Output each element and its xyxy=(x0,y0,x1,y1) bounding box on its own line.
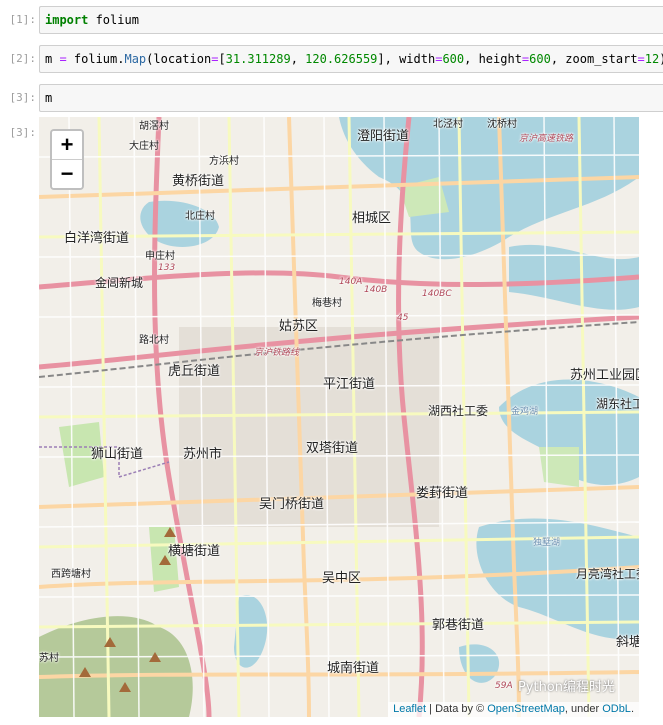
map-label: 140BC xyxy=(422,289,452,299)
attribution-end: . xyxy=(630,703,634,715)
map-label: 45 xyxy=(397,313,409,323)
code-token: [ xyxy=(218,52,226,66)
map-label: 城南街道 xyxy=(327,661,380,676)
code-token: import xyxy=(45,13,89,27)
map-label: 140B xyxy=(364,285,388,295)
map-label: 59A xyxy=(495,681,513,691)
map-label: 方浜村 xyxy=(209,156,239,167)
map-label: 苏州市 xyxy=(183,447,223,462)
map-label: 相城区 xyxy=(352,211,392,226)
zoom-in-button[interactable]: + xyxy=(52,131,82,159)
map-label: 虎丘街道 xyxy=(168,364,221,379)
attribution-text: | Data by © xyxy=(426,703,488,715)
code-token: ], width xyxy=(377,52,436,66)
map-view[interactable]: 胡滘村 大庄村 方浜村 黄桥街道 澄阳街道 北泾村 沈桥村 北庄村 相城区 白洋… xyxy=(39,117,639,717)
code-token: 12 xyxy=(644,52,660,66)
map-label: 西跨塘村 xyxy=(51,569,91,580)
cell-3-prompt: [3]: xyxy=(9,91,37,104)
map-label: 苏村 xyxy=(39,653,59,664)
openstreetmap-link[interactable]: OpenStreetMap xyxy=(487,703,565,715)
map-label: 湖东社工 xyxy=(596,397,639,411)
map-label: 横塘街道 xyxy=(168,544,221,559)
map-label: 澄阳街道 xyxy=(357,129,410,144)
code-token: m xyxy=(45,91,53,105)
code-token: folium. xyxy=(66,52,125,66)
map-attribution: Leaflet | Data by © OpenStreetMap, under… xyxy=(388,702,639,717)
cell-3-input[interactable]: m xyxy=(39,84,663,112)
map-label: 沈桥村 xyxy=(487,119,517,130)
map-label: 梅巷村 xyxy=(312,298,342,309)
cell-1-prompt: [1]: xyxy=(9,13,37,26)
cell-1-input[interactable]: import folium xyxy=(39,6,663,34)
map-label: 金阊新城 xyxy=(95,276,144,290)
code-token: = xyxy=(637,52,645,66)
odbl-link[interactable]: ODbL xyxy=(602,703,631,715)
map-tiles xyxy=(39,117,639,717)
zoom-out-button[interactable]: − xyxy=(52,159,82,188)
map-label: 双塔街道 xyxy=(306,441,359,456)
code-token: 31.311289 xyxy=(225,52,291,66)
map-label: 路北村 xyxy=(139,335,169,346)
code-token: 600 xyxy=(529,52,551,66)
map-label: 胡滘村 xyxy=(139,121,169,132)
map-label: 140A xyxy=(339,277,363,287)
map-label: 申庄村 xyxy=(145,251,175,262)
map-label: 京沪高速铁路 xyxy=(519,134,574,144)
map-label: 月亮湾社工委 xyxy=(576,567,639,581)
map-label: 吴门桥街道 xyxy=(259,497,325,512)
code-token: (location xyxy=(146,52,212,66)
map-label: 京沪铁路线 xyxy=(254,348,300,358)
map-label: 金鸡湖 xyxy=(511,407,539,417)
map-label: 狮山街道 xyxy=(91,447,144,462)
map-label: 苏州工业园区 xyxy=(570,368,639,383)
code-token: , xyxy=(290,52,306,66)
cell-2-input[interactable]: m = folium.Map(location = [31.311289, 120.… xyxy=(39,45,663,73)
map-label: 北泾村 xyxy=(433,119,463,130)
cell-2-prompt: [2]: xyxy=(9,52,37,65)
output-prompt: [3]: xyxy=(9,126,37,139)
code-token: folium xyxy=(88,13,139,27)
map-label: 斜塘 xyxy=(616,635,639,650)
code-token: Map xyxy=(124,52,147,66)
map-label: 133 xyxy=(158,263,176,273)
map-label: 北庄村 xyxy=(185,211,215,222)
map-label: 独墅湖 xyxy=(533,538,561,548)
code-token: m xyxy=(45,52,60,66)
attribution-under: , under xyxy=(564,703,603,715)
map-label: 郭巷街道 xyxy=(432,618,485,633)
map-label: 白洋湾街道 xyxy=(64,231,130,246)
watermark-text: Python编程时光 xyxy=(517,680,615,695)
code-token: , height xyxy=(464,52,522,66)
code-token: 120.626559 xyxy=(305,52,378,66)
code-token: 600 xyxy=(442,52,465,66)
code-token: , zoom_start xyxy=(550,52,638,66)
map-label: 平江街道 xyxy=(323,377,376,392)
zoom-control: + − xyxy=(50,129,84,190)
leaflet-link[interactable]: Leaflet xyxy=(393,703,426,715)
map-label: 吴中区 xyxy=(322,571,362,586)
code-token: = xyxy=(59,52,67,66)
map-label: 大庄村 xyxy=(129,141,159,152)
code-token: ) xyxy=(659,52,663,66)
map-label: 娄葑街道 xyxy=(416,486,469,501)
map-label: 湖西社工委 xyxy=(428,404,489,418)
map-label: 姑苏区 xyxy=(279,319,319,334)
map-label: 黄桥街道 xyxy=(172,174,225,189)
